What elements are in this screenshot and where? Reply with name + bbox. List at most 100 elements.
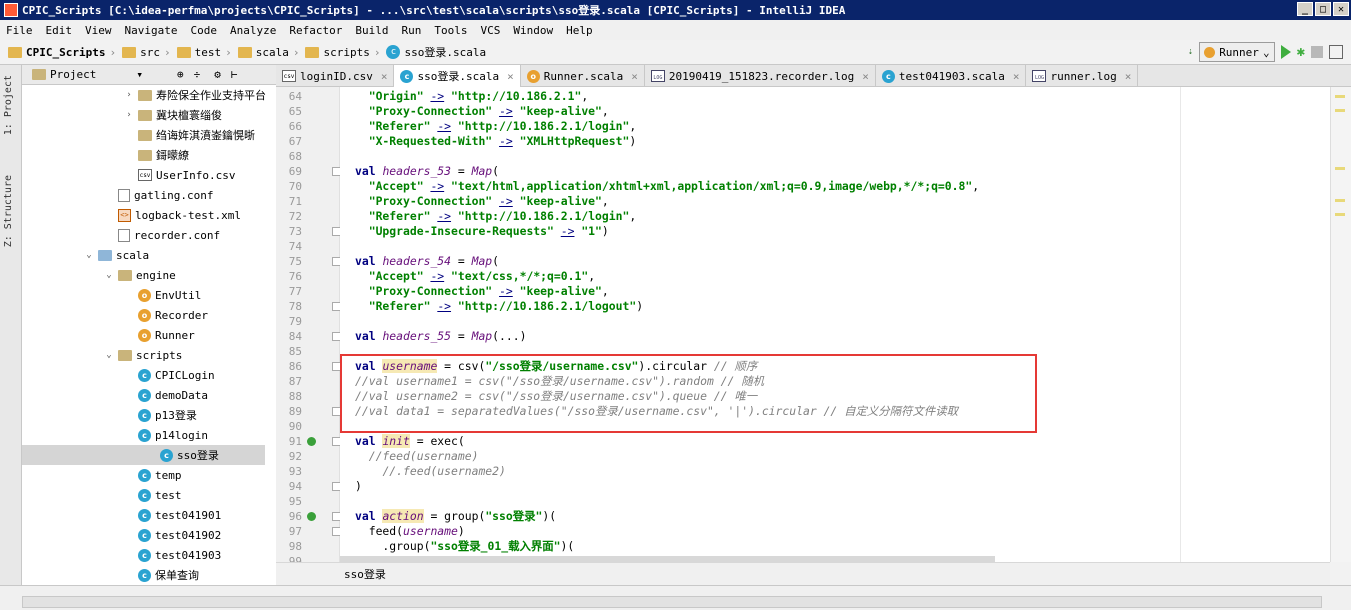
context-label[interactable]: sso登录 (344, 566, 386, 582)
menu-item-help[interactable]: Help (566, 24, 593, 37)
tree-item[interactable]: c test041903 (124, 545, 221, 565)
warning-mark[interactable] (1335, 167, 1345, 170)
line-number: 93 (288, 465, 302, 478)
expand-arrow-icon[interactable]: › (124, 110, 134, 120)
breadcrumb-item[interactable]: test › (176, 46, 232, 59)
vcs-update-icon[interactable]: ⇣ (1188, 47, 1193, 57)
breadcrumb-item[interactable]: CPIC_Scripts › (8, 46, 116, 59)
tree-item[interactable]: csv UserInfo.csv (124, 165, 235, 185)
tree-item[interactable]: gatling.conf (104, 185, 213, 205)
error-stripe[interactable] (1330, 87, 1351, 562)
warning-mark[interactable] (1335, 199, 1345, 202)
menu-item-analyze[interactable]: Analyze (230, 24, 276, 37)
tree-item[interactable]: c p13登录 (124, 405, 197, 425)
close-tab-icon[interactable]: × (1013, 70, 1020, 83)
tree-item[interactable]: 鎶曚繚 (124, 145, 189, 165)
tree-item[interactable]: recorder.conf (104, 225, 220, 245)
menu-item-navigate[interactable]: Navigate (125, 24, 178, 37)
menu-item-window[interactable]: Window (513, 24, 553, 37)
breadcrumb-item[interactable]: scripts › (305, 46, 380, 59)
menu-item-tools[interactable]: Tools (434, 24, 467, 37)
tree-item[interactable]: o Runner (124, 325, 195, 345)
tree-item[interactable]: c temp (124, 465, 182, 485)
tree-item[interactable]: o Recorder (124, 305, 208, 325)
close-tab-icon[interactable]: × (631, 70, 638, 83)
editor-tab[interactable]: o Runner.scala × (521, 65, 645, 87)
tree-item[interactable]: ⌄ engine (104, 265, 175, 285)
project-view-select[interactable]: Project (50, 68, 96, 81)
scala-class-icon: c (138, 488, 151, 502)
line-number: 67 (288, 135, 302, 148)
close-tab-icon[interactable]: × (507, 70, 514, 83)
editor-tab[interactable]: csv loginID.csv × (276, 65, 395, 87)
title-bar: CPIC_Scripts [C:\idea-perfma\projects\CP… (0, 0, 1351, 20)
line-number: 85 (288, 345, 302, 358)
menu-item-edit[interactable]: Edit (46, 24, 73, 37)
stop-button[interactable] (1311, 46, 1323, 58)
menu-item-code[interactable]: Code (190, 24, 217, 37)
close-tab-icon[interactable]: × (1125, 70, 1132, 83)
editor-tab[interactable]: c test041903.scala × (876, 65, 1027, 87)
tree-item[interactable]: c 保单查询 (124, 565, 199, 585)
menu-item-run[interactable]: Run (401, 24, 421, 37)
line-number: 74 (288, 240, 302, 253)
expand-arrow-icon[interactable]: ⌄ (104, 270, 114, 280)
run-button[interactable] (1280, 45, 1291, 59)
minimize-button[interactable]: _ (1297, 2, 1313, 16)
tree-item[interactable]: o EnvUtil (124, 285, 201, 305)
implements-marker-icon[interactable] (307, 512, 316, 521)
line-number: 78 (288, 300, 302, 313)
project-structure-icon[interactable] (1329, 45, 1343, 59)
editor-tab[interactable]: c sso登录.scala × (394, 65, 521, 87)
tree-item[interactable]: › 寿险保全作业支持平台 (124, 85, 266, 105)
chevron-down-icon[interactable]: ▾ (136, 68, 143, 81)
close-tab-icon[interactable]: × (381, 70, 388, 83)
breadcrumb-item[interactable]: scala › (237, 46, 299, 59)
collapse-icon[interactable]: ÷ (194, 68, 201, 81)
bottom-scrollbar[interactable] (22, 596, 1322, 608)
editor-tab[interactable]: LOG 20190419_151823.recorder.log × (645, 65, 876, 87)
tree-item[interactable]: c test041901 (124, 505, 221, 525)
tree-item[interactable]: ⌄ scala (84, 245, 149, 265)
tab-structure-toolwindow[interactable]: Z: Structure (3, 175, 14, 247)
close-tab-icon[interactable]: × (862, 70, 869, 83)
warning-mark[interactable] (1335, 95, 1345, 98)
expand-arrow-icon[interactable]: › (124, 90, 134, 100)
close-button[interactable]: ✕ (1333, 2, 1349, 16)
tree-item[interactable]: c CPICLogin (124, 365, 215, 385)
tree-item[interactable]: c test041902 (124, 525, 221, 545)
warning-mark[interactable] (1335, 109, 1345, 112)
tree-item[interactable]: c demoData (124, 385, 208, 405)
expand-arrow-icon[interactable]: ⌄ (104, 350, 114, 360)
run-configuration-select[interactable]: Runner ⌄ (1199, 42, 1275, 62)
breadcrumb-item[interactable]: src › (122, 46, 171, 59)
tree-item[interactable]: ⌄ scripts (104, 345, 182, 365)
line-number: 89 (288, 405, 302, 418)
implements-marker-icon[interactable] (307, 437, 316, 446)
tree-item-label: CPICLogin (155, 368, 215, 382)
menu-item-vcs[interactable]: VCS (480, 24, 500, 37)
tree-item[interactable]: <> logback-test.xml (104, 205, 241, 225)
tree-item[interactable]: › 冀块檀寰缁俊 (124, 105, 222, 125)
tree-item[interactable]: c test (124, 485, 182, 505)
editor-tab[interactable]: LOG runner.log × (1026, 65, 1139, 87)
menu-item-build[interactable]: Build (355, 24, 388, 37)
breadcrumb-item[interactable]: c sso登录.scala (386, 44, 486, 60)
line-number: 70 (288, 180, 302, 193)
menu-item-file[interactable]: File (6, 24, 33, 37)
tree-item[interactable]: 绉诲姩淇濆崟鑰愰晣 (124, 125, 255, 145)
locate-icon[interactable]: ⊕ (177, 68, 184, 81)
menu-item-view[interactable]: View (85, 24, 112, 37)
hide-icon[interactable]: ⊢ (231, 68, 238, 81)
gear-icon[interactable]: ⚙ (214, 68, 221, 81)
warning-mark[interactable] (1335, 213, 1345, 216)
tree-item[interactable]: c sso登录 (22, 445, 265, 465)
maximize-button[interactable]: □ (1315, 2, 1331, 16)
tree-item[interactable]: c p14login (124, 425, 208, 445)
tab-project-toolwindow[interactable]: 1: Project (3, 75, 14, 135)
menu-item-refactor[interactable]: Refactor (289, 24, 342, 37)
line-number: 87 (288, 375, 302, 388)
code-editor[interactable]: "Origin" -> "http://10.186.2.1", "Proxy-… (340, 87, 1330, 562)
debug-button[interactable]: ✱ (1297, 44, 1305, 60)
expand-arrow-icon[interactable]: ⌄ (84, 250, 94, 260)
